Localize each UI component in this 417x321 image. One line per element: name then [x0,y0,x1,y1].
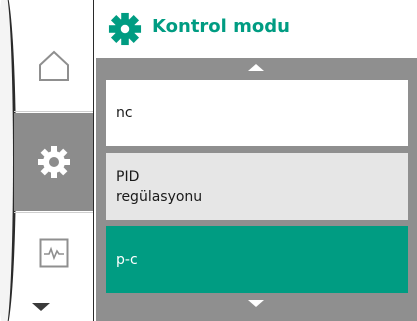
rail-separator [14,212,93,213]
rail-item-diagnostics[interactable] [14,214,93,292]
scroll-up-icon[interactable] [248,64,264,71]
header: Kontrol modu [96,0,417,58]
menu-item-label: p-c [116,251,138,268]
menu-item-nc[interactable]: nc [106,80,408,146]
settings-gear-icon [37,146,70,178]
rail-item-home[interactable] [14,22,93,110]
rail-divider [93,0,94,321]
menu-item-label: PID regülasyonu [116,168,203,205]
home-icon [38,50,69,81]
diagnostics-icon [39,238,68,268]
rail-item-settings[interactable] [14,113,93,211]
menu-item-pc-selected[interactable]: p-c [106,226,408,293]
rail-scroll-down-icon[interactable] [32,303,50,311]
page-title: Kontrol modu [152,16,290,37]
menu-item-label: nc [116,105,133,121]
screen: Kontrol modu nc PID regülasyonu p-c [0,0,417,321]
menu-item-pid[interactable]: PID regülasyonu [106,153,408,220]
menu-list: nc PID regülasyonu p-c [96,58,417,321]
rail-separator [14,111,93,112]
settings-gear-icon [108,12,142,46]
scroll-down-icon[interactable] [248,300,264,307]
navigation-rail [0,0,96,321]
